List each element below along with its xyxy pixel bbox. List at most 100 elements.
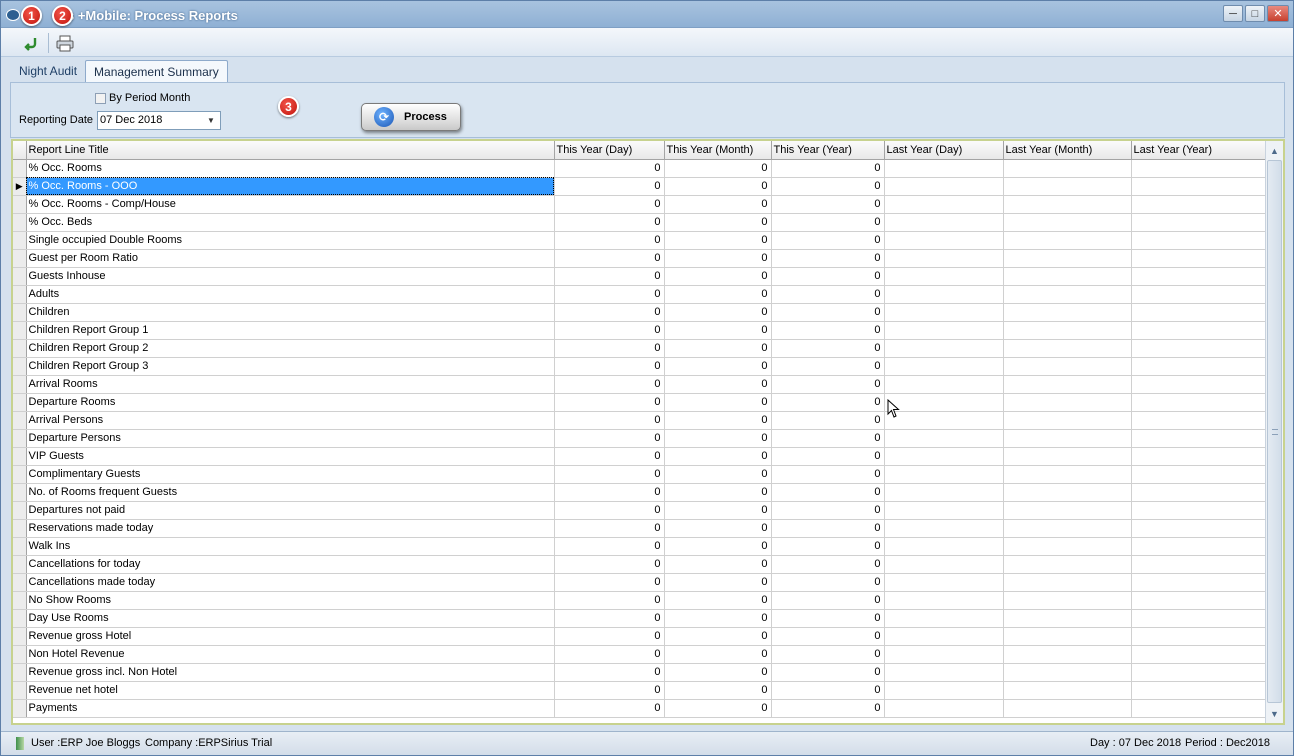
value-cell[interactable]: 0 (664, 429, 772, 448)
value-cell[interactable]: 0 (664, 231, 772, 250)
table-row[interactable]: Arrival Persons 0 0 0 (13, 411, 1266, 430)
value-cell[interactable] (1003, 591, 1132, 610)
row-indicator[interactable] (13, 609, 27, 628)
row-indicator[interactable] (13, 465, 27, 484)
value-cell[interactable] (1003, 699, 1132, 718)
value-cell[interactable] (1131, 375, 1266, 394)
value-cell[interactable]: 0 (554, 267, 665, 286)
value-cell[interactable]: 0 (771, 339, 885, 358)
value-cell[interactable]: 0 (664, 321, 772, 340)
value-cell[interactable] (1131, 573, 1266, 592)
value-cell[interactable]: 0 (554, 447, 665, 466)
value-cell[interactable]: 0 (771, 249, 885, 268)
value-cell[interactable]: 0 (771, 699, 885, 718)
value-cell[interactable]: 0 (554, 429, 665, 448)
value-cell[interactable] (1003, 177, 1132, 196)
value-cell[interactable] (884, 537, 1004, 556)
row-title-cell[interactable]: Revenue gross incl. Non Hotel (26, 663, 555, 682)
table-row[interactable]: Children Report Group 2000 (13, 339, 1266, 358)
value-cell[interactable]: 0 (664, 375, 772, 394)
value-cell[interactable] (1131, 555, 1266, 574)
row-title-cell[interactable]: Cancellations for today (26, 555, 555, 574)
value-cell[interactable]: 0 (664, 393, 772, 412)
table-row[interactable]: Single occupied Double Rooms 0 0 0 (13, 231, 1266, 250)
value-cell[interactable]: 0 (554, 321, 665, 340)
row-indicator[interactable] (13, 303, 27, 322)
row-indicator[interactable] (13, 519, 27, 538)
vertical-scrollbar[interactable]: ▲ ▼ (1265, 141, 1283, 723)
value-cell[interactable] (1131, 177, 1266, 196)
table-row[interactable]: % Occ. Beds 0 0 0 (13, 213, 1266, 232)
value-cell[interactable] (1003, 357, 1132, 376)
value-cell[interactable] (884, 321, 1004, 340)
value-cell[interactable]: 0 (554, 663, 665, 682)
value-cell[interactable]: 0 (771, 285, 885, 304)
value-cell[interactable] (1003, 627, 1132, 646)
row-title-cell[interactable]: Cancellations made today (26, 573, 555, 592)
value-cell[interactable]: 0 (664, 195, 772, 214)
value-cell[interactable]: 0 (771, 465, 885, 484)
value-cell[interactable] (884, 465, 1004, 484)
table-row[interactable]: ▶% Occ. Rooms - OOO 0 0 0 (13, 177, 1266, 196)
column-header-report-line-title[interactable]: Report Line Title (26, 141, 555, 160)
value-cell[interactable] (884, 195, 1004, 214)
value-cell[interactable]: 0 (771, 429, 885, 448)
value-cell[interactable]: 0 (554, 339, 665, 358)
value-cell[interactable]: 0 (771, 195, 885, 214)
row-title-cell[interactable]: Revenue net hotel (26, 681, 555, 700)
value-cell[interactable] (1131, 267, 1266, 286)
value-cell[interactable]: 0 (554, 573, 665, 592)
row-indicator[interactable] (13, 429, 27, 448)
value-cell[interactable] (1003, 267, 1132, 286)
value-cell[interactable] (1003, 501, 1132, 520)
value-cell[interactable] (1131, 249, 1266, 268)
value-cell[interactable]: 0 (664, 699, 772, 718)
value-cell[interactable] (884, 231, 1004, 250)
value-cell[interactable]: 0 (554, 591, 665, 610)
row-title-cell[interactable]: No. of Rooms frequent Guests (26, 483, 555, 502)
value-cell[interactable] (1003, 537, 1132, 556)
row-indicator[interactable] (13, 339, 27, 358)
value-cell[interactable]: 0 (554, 609, 665, 628)
value-cell[interactable]: 0 (771, 591, 885, 610)
value-cell[interactable] (1003, 285, 1132, 304)
value-cell[interactable]: 0 (554, 519, 665, 538)
value-cell[interactable] (1131, 465, 1266, 484)
row-indicator[interactable] (13, 213, 27, 232)
value-cell[interactable] (884, 681, 1004, 700)
table-row[interactable]: Arrival Rooms 0 0 0 (13, 375, 1266, 394)
column-header-this-year-year[interactable]: This Year (Year) (771, 141, 885, 160)
value-cell[interactable] (884, 213, 1004, 232)
value-cell[interactable]: 0 (771, 231, 885, 250)
value-cell[interactable] (884, 573, 1004, 592)
row-title-cell[interactable]: Single occupied Double Rooms (26, 231, 555, 250)
row-title-cell[interactable]: Children (26, 303, 555, 322)
value-cell[interactable]: 0 (771, 663, 885, 682)
return-button[interactable] (21, 32, 43, 54)
process-button[interactable]: ⟳ Process (361, 103, 461, 131)
value-cell[interactable]: 0 (664, 501, 772, 520)
value-cell[interactable] (1003, 411, 1132, 430)
value-cell[interactable]: 0 (771, 375, 885, 394)
row-indicator[interactable] (13, 663, 27, 682)
value-cell[interactable] (1003, 303, 1132, 322)
value-cell[interactable]: 0 (771, 555, 885, 574)
value-cell[interactable]: 0 (664, 357, 772, 376)
value-cell[interactable]: 0 (554, 555, 665, 574)
value-cell[interactable] (1131, 393, 1266, 412)
value-cell[interactable] (1131, 411, 1266, 430)
column-header-this-year-day[interactable]: This Year (Day) (554, 141, 665, 160)
value-cell[interactable]: 0 (554, 285, 665, 304)
value-cell[interactable]: 0 (664, 519, 772, 538)
value-cell[interactable]: 0 (554, 465, 665, 484)
row-title-cell[interactable]: Guests Inhouse (26, 267, 555, 286)
column-header-last-year-day[interactable]: Last Year (Day) (884, 141, 1004, 160)
table-row[interactable]: Children 0 0 0 (13, 303, 1266, 322)
value-cell[interactable] (1131, 609, 1266, 628)
value-cell[interactable]: 0 (771, 447, 885, 466)
value-cell[interactable]: 0 (664, 411, 772, 430)
row-indicator[interactable] (13, 699, 27, 718)
value-cell[interactable] (1003, 213, 1132, 232)
row-indicator[interactable] (13, 249, 27, 268)
value-cell[interactable] (884, 159, 1004, 178)
